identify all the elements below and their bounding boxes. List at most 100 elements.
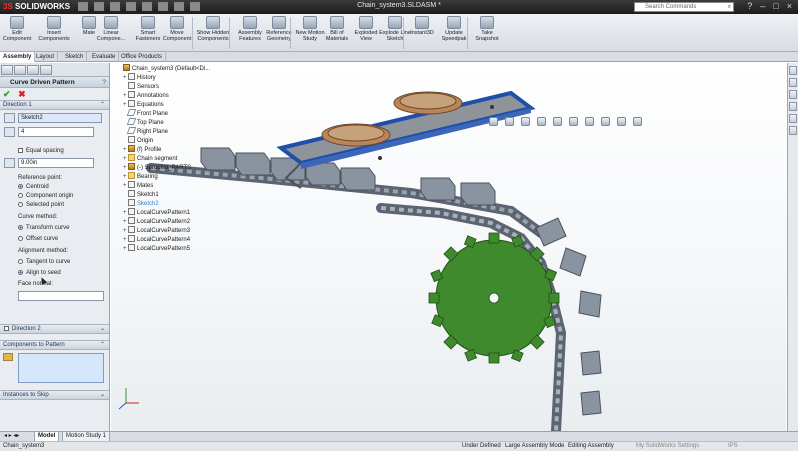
search-commands-input[interactable]: Search Commands ⌕ <box>634 2 734 12</box>
tree-item[interactable]: Sketch1 <box>123 190 159 199</box>
radio-component-origin[interactable]: Component origin <box>18 193 73 200</box>
origin-icon <box>128 136 135 143</box>
move-component-button[interactable]: Move Component <box>160 16 194 42</box>
tree-item[interactable]: + Chain segment <box>123 154 177 163</box>
view-palette-icon[interactable] <box>789 102 797 111</box>
display-style-icon[interactable] <box>569 117 578 126</box>
radio-centroid[interactable]: Centroid <box>18 184 49 191</box>
components-list[interactable] <box>18 353 104 383</box>
collapse-icon[interactable]: ⌃ <box>100 341 105 350</box>
tab-sketch[interactable]: Sketch <box>62 52 88 62</box>
file-explorer-icon[interactable] <box>789 90 797 99</box>
tree-item[interactable]: Top Plane <box>123 118 164 127</box>
help-icon[interactable]: ? <box>102 77 106 88</box>
tree-item[interactable]: + Annotations <box>123 91 169 100</box>
custom-properties-icon[interactable] <box>789 126 797 135</box>
design-library-icon[interactable] <box>789 78 797 87</box>
tree-item[interactable]: Origin <box>123 136 153 145</box>
instant3d-button[interactable]: Instant3D <box>405 16 439 36</box>
linear-pattern-icon <box>104 16 118 29</box>
radio-transform-curve[interactable]: Transform curve <box>18 225 69 232</box>
radio-align-to-seed[interactable]: Align to seed <box>18 270 61 277</box>
tree-item[interactable]: + LocalCurvePattern1 <box>123 208 190 217</box>
cancel-button[interactable]: ✖ <box>18 89 26 99</box>
radio-offset-curve[interactable]: Offset curve <box>18 236 58 243</box>
zoom-to-fit-icon[interactable] <box>489 117 498 126</box>
tab-office-products[interactable]: Office Products <box>118 52 166 62</box>
direction1-header[interactable]: Direction 1 ⌃ <box>0 100 109 110</box>
curve-field[interactable]: Sketch2 <box>18 113 102 123</box>
tab-assembly[interactable]: Assembly <box>0 52 36 62</box>
section-view-icon[interactable] <box>537 117 546 126</box>
command-manager-tabs: Assembly Layout Sketch Evaluate Office Produ… <box>0 52 798 62</box>
property-manager-tab-icon[interactable] <box>14 65 26 75</box>
spacing-field[interactable]: 9.00in <box>18 158 94 168</box>
display-manager-tab-icon[interactable] <box>40 65 52 75</box>
component-selection-icon <box>3 353 13 361</box>
edit-appearance-icon[interactable] <box>601 117 610 126</box>
tree-item[interactable]: + Mates <box>123 181 153 190</box>
radio-tangent-to-curve[interactable]: Tangent to curve <box>18 259 70 266</box>
tree-item-label: Origin <box>137 138 154 144</box>
radio-selected-point[interactable]: Selected point <box>18 202 64 209</box>
tab-scroll-arrows[interactable]: ◂ ▸ ◂▸ <box>4 432 19 441</box>
tree-item[interactable]: Right Plane <box>123 127 168 136</box>
face-normal-field[interactable] <box>18 291 104 301</box>
insert-components-button[interactable]: Insert Components <box>37 16 71 42</box>
feature-manager-tab-icon[interactable] <box>1 65 13 75</box>
tree-item[interactable]: + (f) Profile <box>123 145 161 154</box>
move-component-icon <box>170 16 184 29</box>
tree-item[interactable]: + LocalCurvePattern5 <box>123 244 190 253</box>
appearances-icon[interactable] <box>789 114 797 123</box>
collapse-icon[interactable]: ⌃ <box>100 101 105 110</box>
instances-icon <box>4 127 15 137</box>
tree-item[interactable]: + LocalCurvePattern3 <box>123 226 190 235</box>
status-units[interactable]: IPS <box>728 442 738 451</box>
previous-view-icon[interactable] <box>521 117 530 126</box>
tree-item[interactable]: Sensors <box>123 82 159 91</box>
expand-icon[interactable]: ⌄ <box>100 391 105 400</box>
tree-item[interactable]: + (-) Sprocket_PARTS <box>123 163 191 172</box>
maximize-icon[interactable]: □ <box>773 1 778 11</box>
hide-show-icon[interactable] <box>585 117 594 126</box>
equal-spacing-checkbox[interactable]: Equal spacing <box>18 148 64 155</box>
resources-icon[interactable] <box>789 66 797 75</box>
zoom-area-icon[interactable] <box>505 117 514 126</box>
tree-item[interactable]: Chain_system3 (Default<Di... <box>118 64 210 73</box>
tree-item[interactable]: Sketch2 <box>123 199 159 208</box>
tree-item-label: Equations <box>137 102 164 108</box>
search-icon[interactable]: ⌕ <box>728 3 731 11</box>
command-label: Bill of Materials <box>325 30 349 42</box>
tree-item[interactable]: + Bearing <box>123 172 158 181</box>
edit-component-button[interactable]: Edit Component <box>0 16 34 42</box>
ok-button[interactable]: ✔ <box>3 89 11 99</box>
expand-icon[interactable]: ⌄ <box>100 325 105 334</box>
tree-item[interactable]: + LocalCurvePattern4 <box>123 235 190 244</box>
minimize-icon[interactable]: – <box>760 1 765 11</box>
show-hidden-button[interactable]: Show Hidden Components <box>196 16 230 42</box>
apply-scene-icon[interactable] <box>617 117 626 126</box>
pattern-icon <box>128 217 135 224</box>
help-icon[interactable]: ? <box>747 1 752 11</box>
close-icon[interactable]: × <box>787 1 792 11</box>
graphics-area[interactable]: ✔ ✖ <box>111 63 786 431</box>
speedpak-button[interactable]: Update Speedpak <box>437 16 471 42</box>
tab-layout[interactable]: Layout <box>33 52 59 62</box>
linear-pattern-button[interactable]: Linear Compone... <box>94 16 128 42</box>
view-settings-icon[interactable] <box>633 117 642 126</box>
components-to-pattern-header[interactable]: Components to Pattern ⌃ <box>0 340 109 350</box>
view-orientation-icon[interactable] <box>553 117 562 126</box>
snapshot-button[interactable]: Take Snapshot <box>470 16 504 42</box>
configuration-manager-tab-icon[interactable] <box>27 65 39 75</box>
tree-item[interactable]: Front Plane <box>123 109 168 118</box>
tree-item[interactable]: + LocalCurvePattern2 <box>123 217 190 226</box>
tree-item[interactable]: + History <box>123 73 156 82</box>
tree-item[interactable]: + Equations <box>123 100 164 109</box>
title-bar: 3S SOLIDWORKS Chain_system3.SLDASM * Sea… <box>0 0 798 14</box>
tree-item-label: Mates <box>137 183 154 189</box>
instances-to-skip-header[interactable]: Instances to Skip ⌄ <box>0 390 109 400</box>
direction2-header[interactable]: Direction 2 ⌄ <box>0 324 109 334</box>
tab-evaluate[interactable]: Evaluate <box>89 52 120 62</box>
instances-field[interactable]: 4 <box>18 127 94 137</box>
status-settings[interactable]: My SolidWorks Settings <box>636 442 699 451</box>
